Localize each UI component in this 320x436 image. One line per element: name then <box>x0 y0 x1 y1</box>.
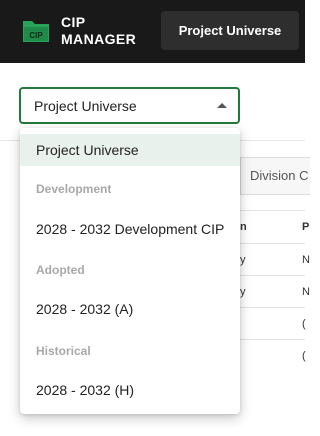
menu-option-adopted[interactable]: 2028 - 2032 (A) <box>20 294 240 324</box>
caret-up-icon[interactable] <box>217 103 227 108</box>
table-cell: ( <box>302 318 306 330</box>
menu-option-development-cip[interactable]: 2028 - 2032 Development CIP <box>20 214 240 244</box>
svg-text:CIP: CIP <box>29 31 43 40</box>
logo-line-1: CIP <box>61 14 86 30</box>
table-cell: y <box>240 286 246 298</box>
menu-option-project-universe[interactable]: Project Universe <box>20 134 240 166</box>
table-row[interactable]: y N <box>240 243 310 275</box>
table-cell: N <box>302 254 310 266</box>
menu-group-development: Development <box>36 182 112 196</box>
folder-logo-icon: CIP <box>23 21 49 42</box>
table-header-cell: P <box>302 221 310 233</box>
table-header-cell: n <box>240 221 247 233</box>
table-row[interactable]: y N <box>240 275 310 307</box>
table-cell: N <box>302 286 310 298</box>
menu-option-historical[interactable]: 2028 - 2032 (H) <box>20 375 240 405</box>
table-row[interactable]: ( <box>240 339 306 371</box>
background-table: n P y N y N ( ( <box>240 210 310 371</box>
logo-line-2: MANAGER <box>61 31 137 47</box>
tab-division[interactable]: Division C <box>240 157 310 195</box>
select-value: Project Universe <box>34 98 137 114</box>
project-select[interactable]: Project Universe <box>19 87 240 124</box>
menu-group-adopted: Adopted <box>36 263 85 277</box>
table-cell: y <box>240 254 246 266</box>
app-logo-text[interactable]: CIP MANAGER <box>61 14 136 48</box>
select-dropdown-menu: Project Universe Development 2028 - 2032… <box>20 128 240 414</box>
project-selector-button[interactable]: Project Universe <box>161 11 299 50</box>
top-header: CIP CIP MANAGER Project Universe <box>0 0 305 63</box>
table-header-row: n P <box>240 210 309 243</box>
table-cell: ( <box>302 350 306 362</box>
table-row[interactable]: ( <box>240 307 306 339</box>
menu-group-historical: Historical <box>36 344 91 358</box>
